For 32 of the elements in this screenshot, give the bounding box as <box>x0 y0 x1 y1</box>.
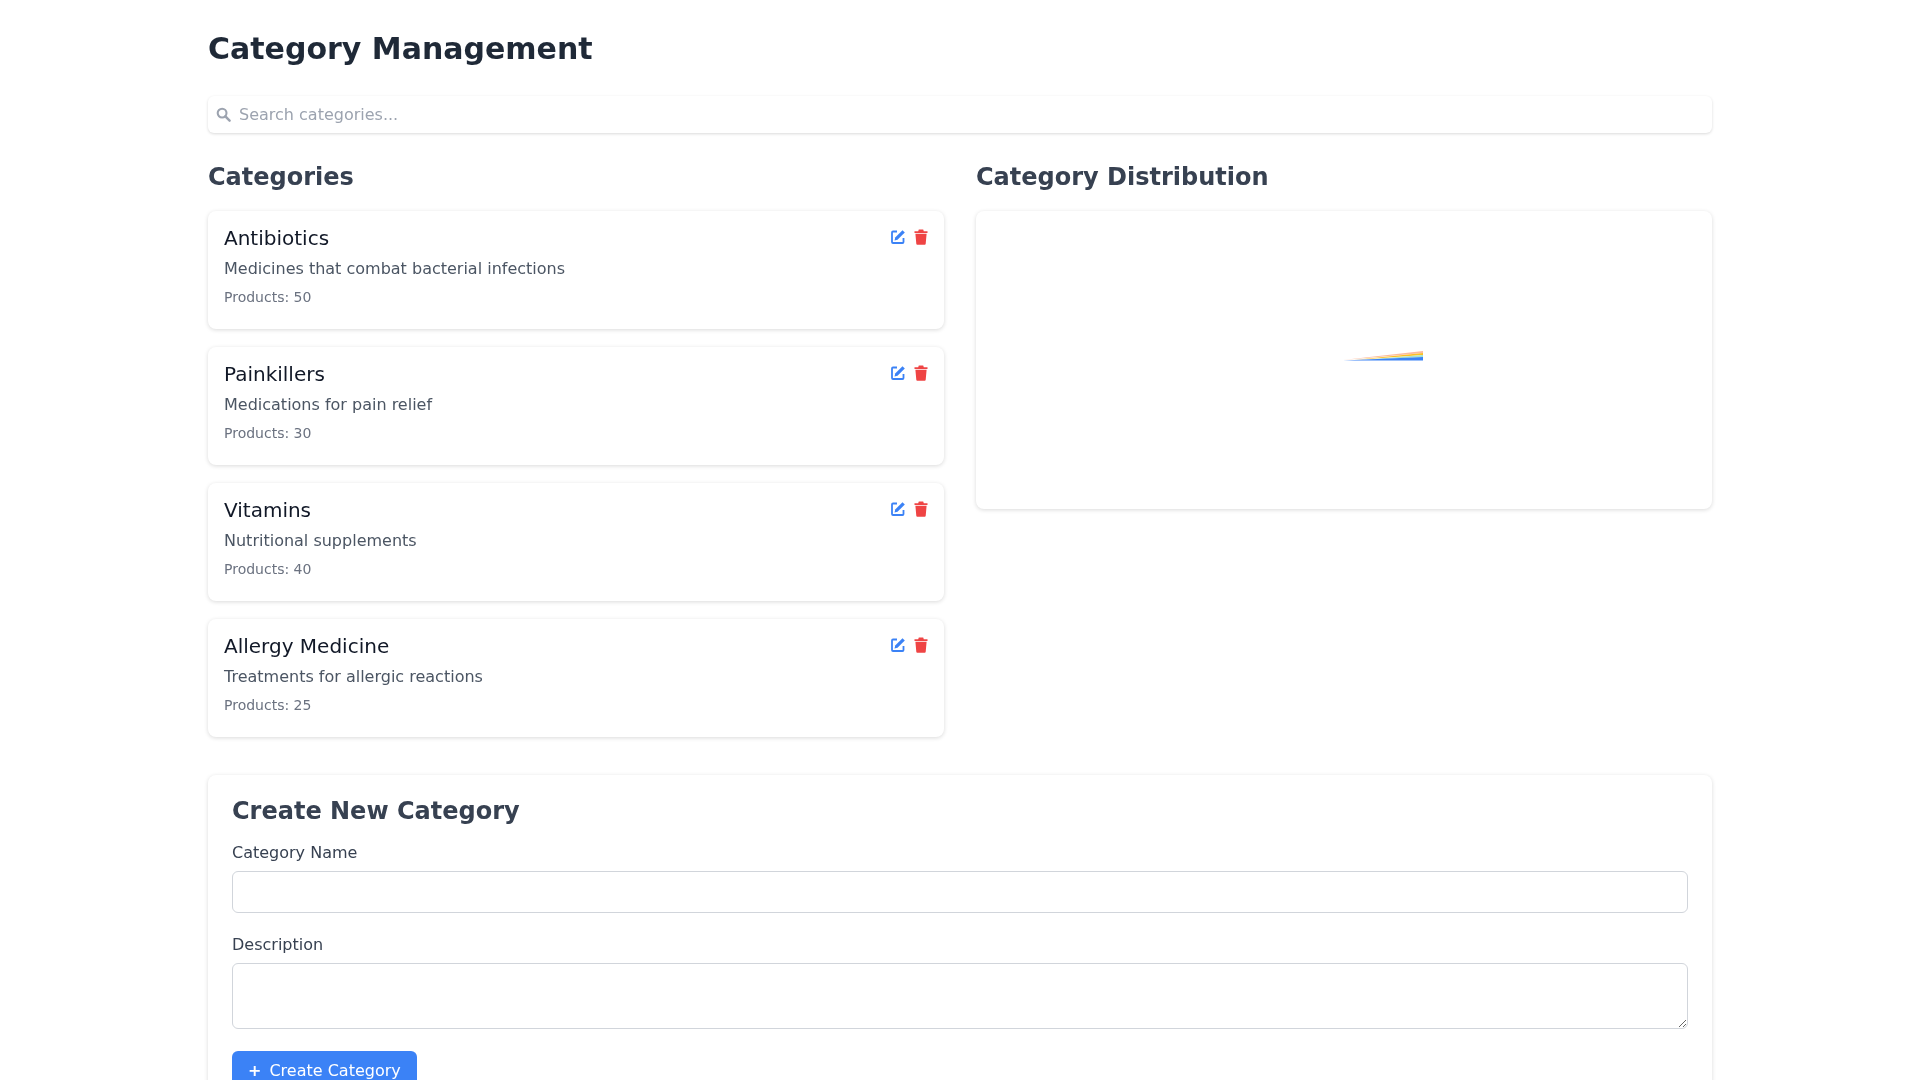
delete-icon[interactable] <box>914 637 928 653</box>
plus-icon: + <box>248 1059 262 1080</box>
product-count: Products: 30 <box>224 424 313 443</box>
section-heading: Categories <box>208 162 355 193</box>
category-name: Antibiotics <box>224 225 330 252</box>
field-label: Description <box>232 934 325 956</box>
delete-icon[interactable] <box>914 229 928 245</box>
page-title: Category Management <box>208 30 594 68</box>
category-name: Allergy Medicine <box>224 633 390 660</box>
form-heading: Create New Category <box>232 796 521 827</box>
search-field[interactable]: Search categories... <box>239 102 1704 127</box>
edit-icon[interactable] <box>890 637 906 653</box>
product-count: Products: 40 <box>224 560 313 579</box>
delete-icon[interactable] <box>914 501 928 517</box>
category-name: Vitamins <box>224 497 312 524</box>
product-count: Products: 25 <box>224 696 313 715</box>
description-field[interactable] <box>232 963 1688 1029</box>
create-button[interactable]: + Create Category <box>232 1051 417 1080</box>
section-heading: Category Distribution <box>976 162 1270 193</box>
field-label: Category Name <box>232 842 359 864</box>
delete-icon[interactable] <box>914 365 928 381</box>
category-description: Nutritional supplements <box>224 530 418 552</box>
product-count: Products: 50 <box>224 288 313 307</box>
edit-icon[interactable] <box>890 229 906 245</box>
category-description: Treatments for allergic reactions <box>224 666 484 688</box>
category-name: Painkillers <box>224 361 325 388</box>
category-description: Medications for pain relief <box>224 394 434 416</box>
name-field[interactable] <box>232 871 1688 913</box>
edit-icon[interactable] <box>890 501 906 517</box>
category-description: Medicines that combat bacterial infections <box>224 258 567 280</box>
edit-icon[interactable] <box>890 365 906 381</box>
search-icon <box>216 107 231 122</box>
